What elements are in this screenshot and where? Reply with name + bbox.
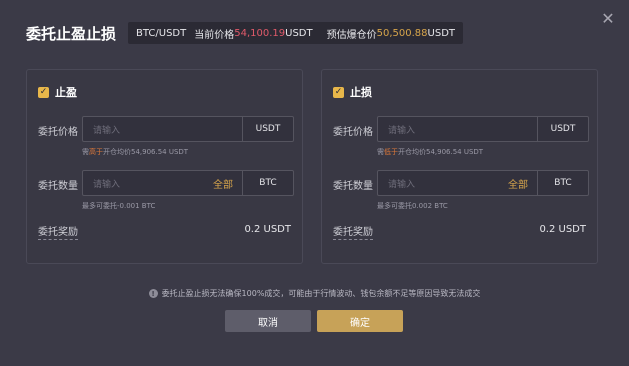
tp-hint-highlight: 高于 (89, 148, 103, 156)
cancel-button[interactable]: 取消 (225, 310, 311, 332)
dialog-header: 委托止盈止损 BTC/USDT 当前价格 54,100.19 USDT 预估爆仓价… (26, 22, 464, 44)
current-price-value: 54,100.19 (234, 27, 286, 39)
sl-qty-input[interactable]: 请输入 全部 BTC (377, 170, 589, 196)
sl-hint-highlight: 低于 (384, 148, 398, 156)
current-price-label: 当前价格 (194, 29, 235, 41)
sl-price-hint: 需低于开仓均价54,906.54 USDT (377, 147, 483, 157)
tp-price-hint: 需高于开仓均价54,906.54 USDT (82, 147, 188, 157)
risk-notice-text: 委托止盈止损无法确保100%成交，可能由于行情波动、钱包余额不足等原因导致无法成… (161, 289, 481, 298)
sl-qty-unit: BTC (537, 171, 588, 195)
stop-loss-toggle[interactable]: ✓ 止损 (333, 84, 372, 100)
tp-qty-input[interactable]: 请输入 全部 BTC (82, 170, 294, 196)
sl-qty-all-button[interactable]: 全部 (508, 176, 537, 191)
sl-qty-hint: 最多可委托0.002 BTC (377, 202, 448, 210)
liq-price-value: 50,500.88 (376, 27, 428, 39)
tp-reward-label[interactable]: 委托奖励 (38, 223, 78, 240)
tp-price-placeholder[interactable]: 请输入 (83, 123, 242, 136)
take-profit-toggle[interactable]: ✓ 止盈 (38, 84, 77, 100)
take-profit-panel: ✓ 止盈 委托价格 请输入 USDT 需高于开仓均价54,906.54 USDT… (26, 69, 303, 264)
tp-qty-hint: 最多可委托-0.001 BTC (82, 202, 156, 210)
sl-qty-label: 委托数量 (333, 181, 373, 192)
checkbox-checked-icon[interactable]: ✓ (333, 86, 344, 98)
dialog-title: 委托止盈止损 (26, 24, 117, 43)
liq-price-unit: USDT (427, 27, 456, 39)
info-icon: ! (148, 289, 158, 298)
tp-qty-placeholder[interactable]: 请输入 (83, 177, 213, 190)
sl-price-placeholder[interactable]: 请输入 (378, 123, 537, 136)
tp-reward-value: 0.2 USDT (244, 224, 291, 235)
tp-qty-unit: BTC (242, 171, 293, 195)
current-price-unit: USDT (285, 27, 313, 39)
tp-hint-suffix: 开仓均价54,906.54 USDT (103, 148, 189, 156)
risk-notice: ! 委托止盈止损无法确保100%成交，可能由于行情波动、钱包余额不足等原因导致无… (0, 288, 629, 299)
liq-price-label: 预估爆仓价 (326, 29, 377, 41)
sl-reward-value: 0.2 USDT (539, 224, 586, 235)
trading-pair: BTC/USDT (136, 27, 187, 39)
close-icon[interactable]: ✕ (599, 9, 617, 28)
tp-hint-prefix: 需 (82, 148, 89, 156)
take-profit-label: 止盈 (55, 86, 77, 99)
tp-price-label: 委托价格 (38, 127, 78, 138)
price-info-bar: BTC/USDT 当前价格 54,100.19 USDT 预估爆仓价 50,500… (128, 22, 464, 44)
stop-loss-panel: ✓ 止损 委托价格 请输入 USDT 需低于开仓均价54,906.54 USDT… (321, 69, 598, 264)
stop-loss-label: 止损 (350, 86, 372, 99)
sl-qty-placeholder[interactable]: 请输入 (378, 177, 508, 190)
sl-hint-suffix: 开仓均价54,906.54 USDT (398, 148, 484, 156)
sl-hint-prefix: 需 (377, 148, 384, 156)
tp-sl-dialog: 委托止盈止损 BTC/USDT 当前价格 54,100.19 USDT 预估爆仓价… (0, 0, 629, 366)
sl-price-input[interactable]: 请输入 USDT (377, 116, 589, 142)
tp-qty-all-button[interactable]: 全部 (213, 176, 242, 191)
tp-qty-label: 委托数量 (38, 181, 78, 192)
sl-price-unit: USDT (537, 117, 588, 141)
tp-price-input[interactable]: 请输入 USDT (82, 116, 294, 142)
checkbox-checked-icon[interactable]: ✓ (38, 86, 49, 98)
confirm-button[interactable]: 确定 (317, 310, 403, 332)
sl-reward-label[interactable]: 委托奖励 (333, 223, 373, 240)
tp-price-unit: USDT (242, 117, 293, 141)
sl-price-label: 委托价格 (333, 127, 373, 138)
